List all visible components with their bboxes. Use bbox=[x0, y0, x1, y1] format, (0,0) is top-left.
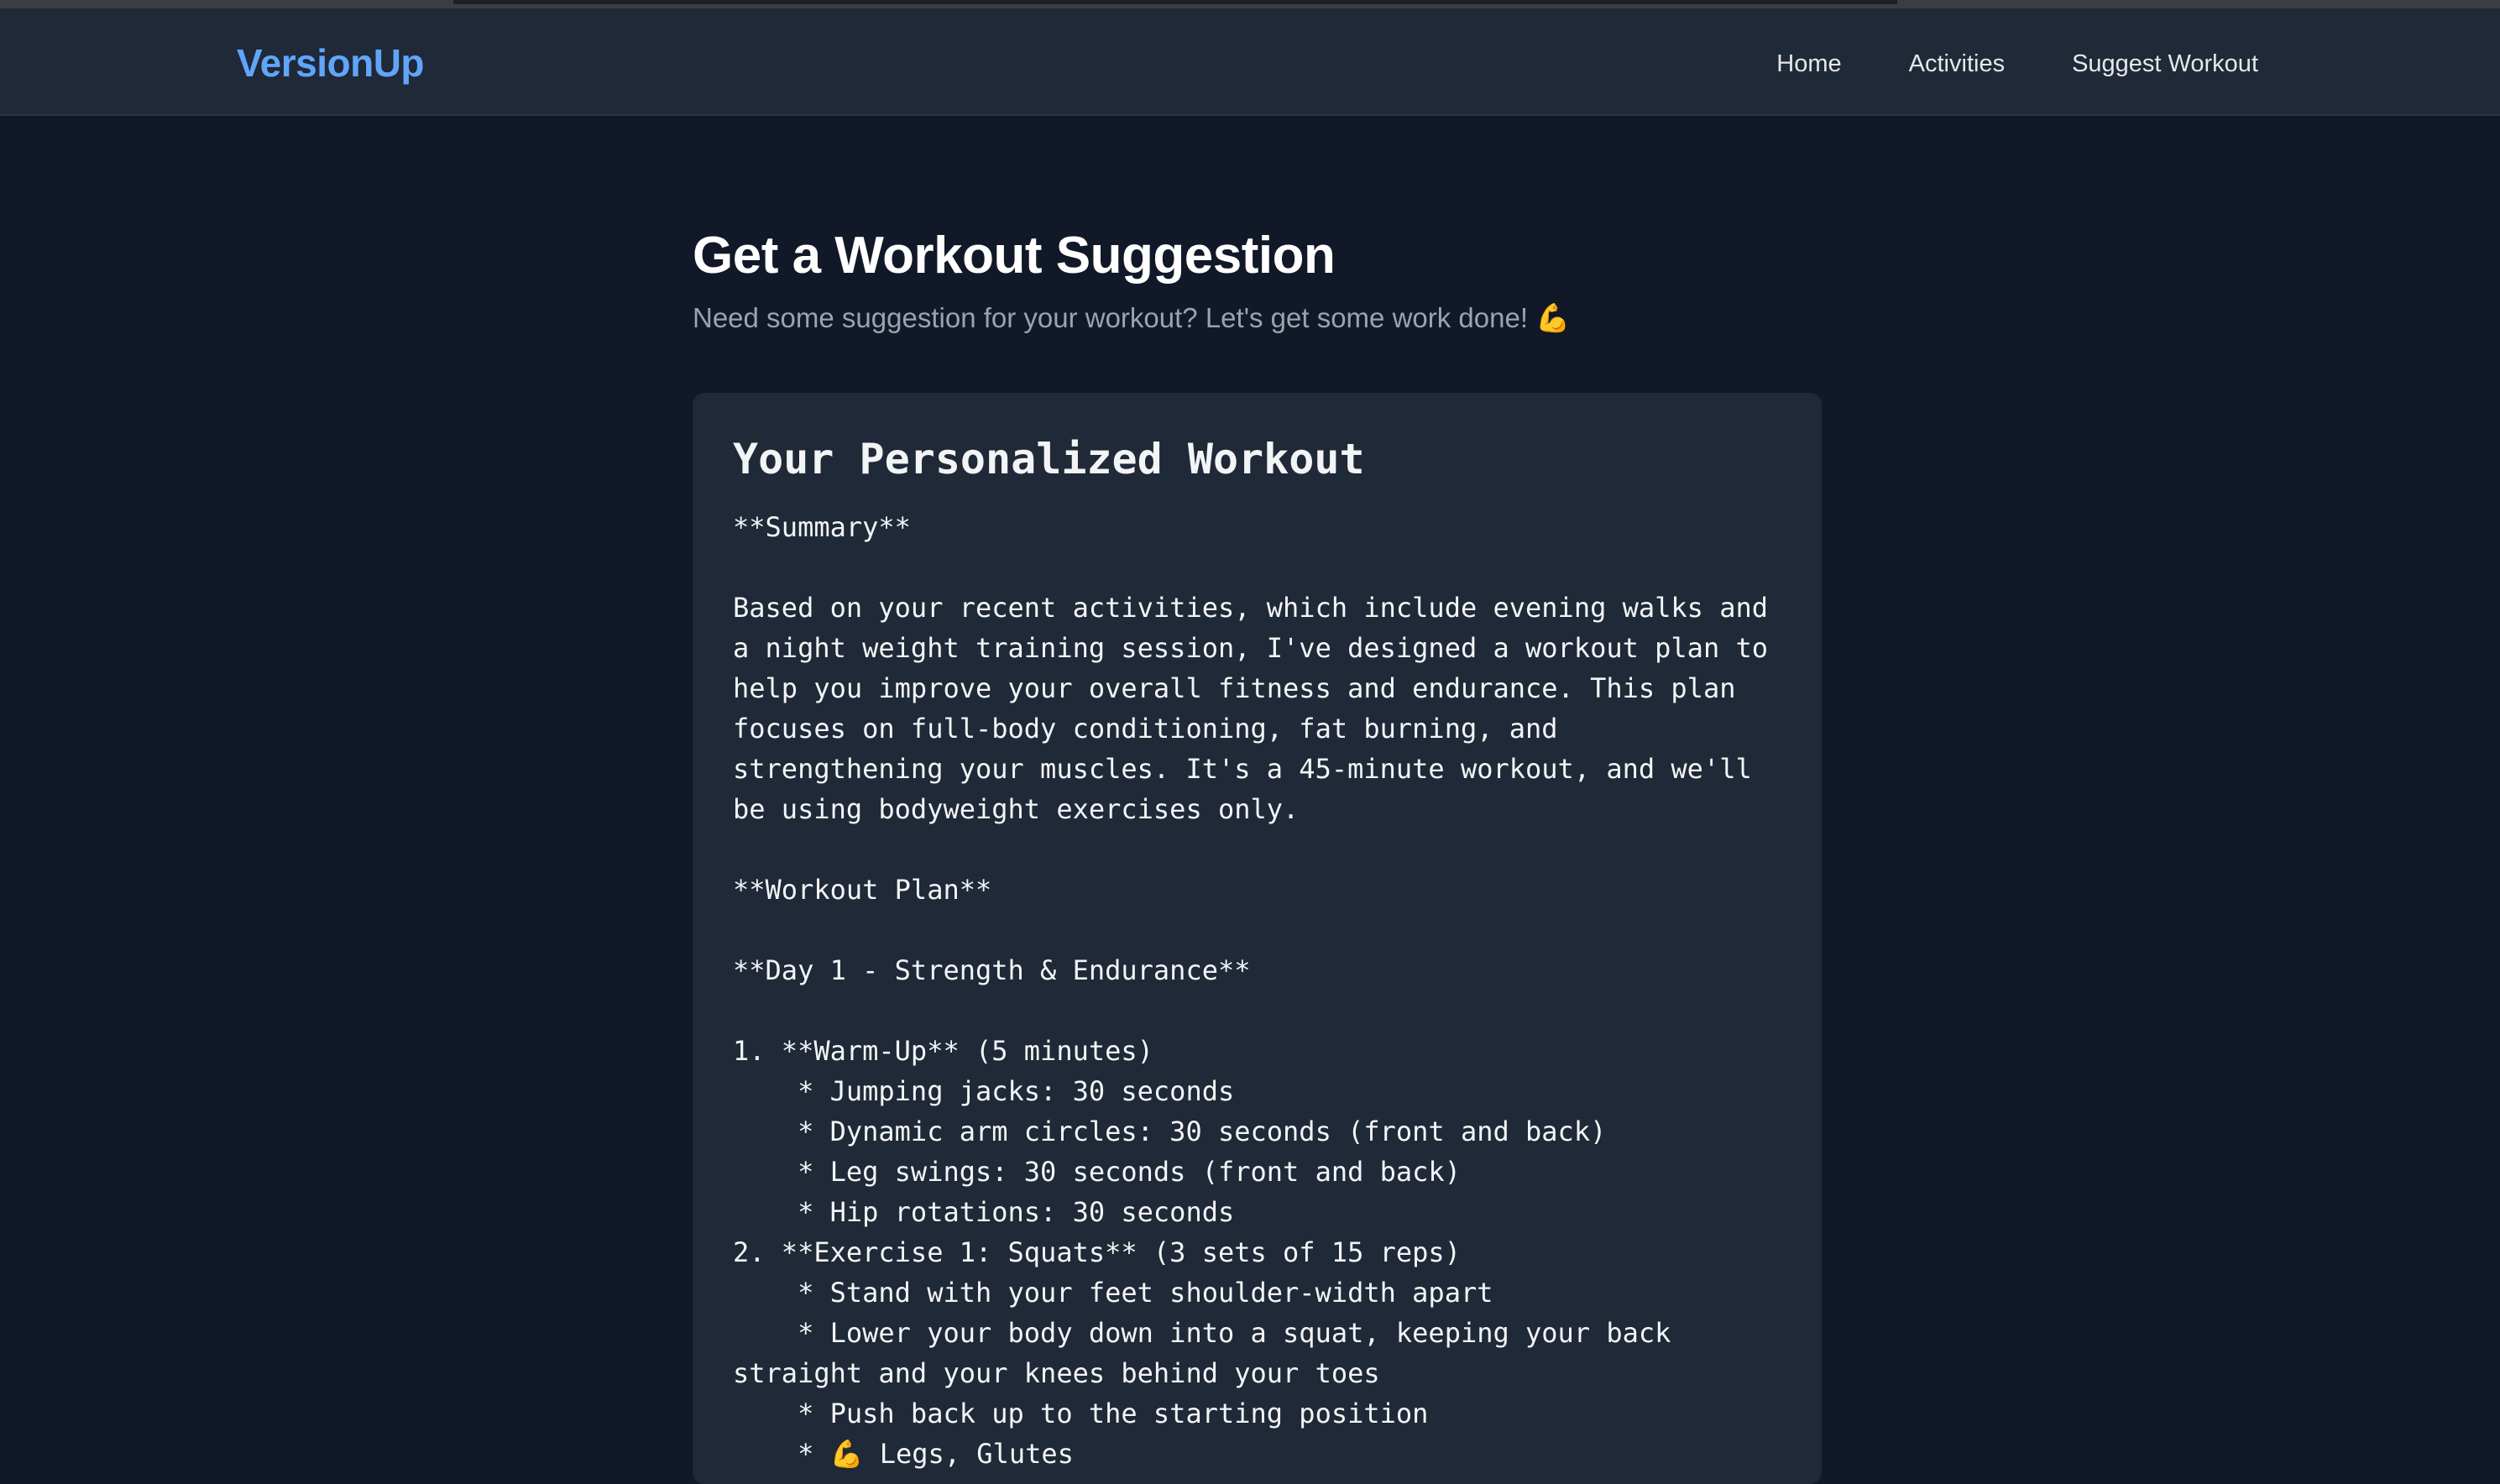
main-content: Get a Workout Suggestion Need some sugge… bbox=[693, 116, 1822, 1484]
workout-suggestion-text: **Summary** Based on your recent activit… bbox=[733, 511, 1768, 1470]
nav-link-suggest-workout[interactable]: Suggest Workout bbox=[2072, 50, 2258, 78]
workout-card: Your Personalized Workout **Summary** Ba… bbox=[693, 393, 1822, 1484]
logo-link[interactable]: VersionUp bbox=[237, 40, 425, 86]
nav-link-activities[interactable]: Activities bbox=[1909, 50, 2005, 78]
nav-link-home[interactable]: Home bbox=[1776, 50, 1841, 78]
page-subtitle: Need some suggestion for your workout? L… bbox=[693, 302, 1571, 334]
page-title: Get a Workout Suggestion bbox=[693, 227, 1336, 285]
navbar: VersionUp Home Activities Suggest Workou… bbox=[0, 8, 2500, 116]
workout-card-title: Your Personalized Workout bbox=[733, 435, 1365, 483]
browser-top-edge-inner bbox=[453, 0, 1897, 4]
nav-links: Home Activities Suggest Workout bbox=[1776, 50, 2258, 78]
